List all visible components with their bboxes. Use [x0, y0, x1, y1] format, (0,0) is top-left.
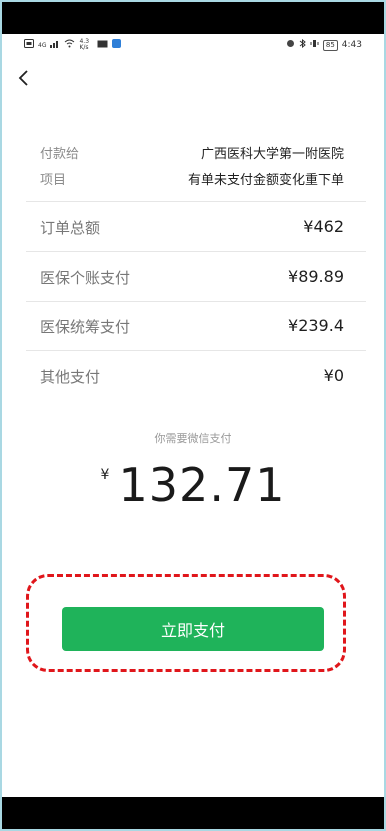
payment-note: 你需要微信支付	[154, 432, 232, 445]
personal-account-value: ¥89.89	[288, 267, 344, 286]
other-payment-row: 其他支付 ¥0	[40, 366, 344, 387]
order-total-row: 订单总额 ¥462	[40, 217, 344, 238]
divider	[26, 350, 366, 351]
payee-row: 付款给 广西医科大学第一附医院	[40, 143, 344, 162]
alarm-icon	[286, 39, 295, 51]
pay-now-button[interactable]: 立即支付	[62, 607, 324, 651]
divider	[26, 201, 366, 202]
other-payment-value: ¥0	[323, 366, 344, 385]
personal-account-label: 医保个账支付	[40, 269, 131, 287]
bottom-black-bar	[2, 797, 384, 829]
status-time: 4:43	[341, 40, 362, 50]
item-row: 项目 有单未支付金额变化重下单	[40, 169, 344, 188]
sim-icon	[24, 39, 34, 51]
item-label: 项目	[40, 173, 67, 188]
status-right: 85 4:43	[286, 38, 362, 51]
network-speed: 4.3 K/s	[79, 38, 90, 51]
personal-account-row: 医保个账支付 ¥89.89	[40, 267, 344, 288]
payee-value: 广西医科大学第一附医院	[200, 147, 344, 162]
pooled-fund-label: 医保统筹支付	[40, 318, 131, 336]
order-total-value: ¥462	[303, 217, 344, 236]
mail-icon	[97, 40, 108, 51]
divider	[26, 301, 366, 302]
amount-display: ¥ 132.71	[0, 458, 386, 512]
order-total-label: 订单总额	[40, 219, 101, 237]
status-left: 4G 4.3 K/s	[24, 38, 122, 51]
other-payment-label: 其他支付	[40, 368, 101, 386]
currency-symbol: ¥	[100, 467, 110, 483]
item-value: 有单未支付金额变化重下单	[187, 173, 344, 188]
signal-icon	[50, 39, 60, 51]
bluetooth-icon	[299, 38, 306, 51]
chevron-left-icon	[14, 70, 34, 94]
top-black-bar	[2, 2, 384, 34]
screen-frame	[0, 0, 386, 831]
back-button[interactable]	[14, 66, 34, 90]
app-notification-icon	[112, 39, 122, 51]
battery-icon: 85	[322, 39, 338, 51]
vibrate-icon	[310, 39, 319, 51]
payee-label: 付款给	[40, 147, 80, 162]
payment-amount: 132.71	[118, 458, 286, 512]
pooled-fund-row: 医保统筹支付 ¥239.4	[40, 316, 344, 337]
signal-text: 4G	[38, 41, 47, 49]
status-bar: 4G 4.3 K/s 85 4:43	[2, 34, 384, 56]
pooled-fund-value: ¥239.4	[288, 316, 344, 335]
divider	[26, 251, 366, 252]
wifi-icon	[64, 39, 75, 51]
